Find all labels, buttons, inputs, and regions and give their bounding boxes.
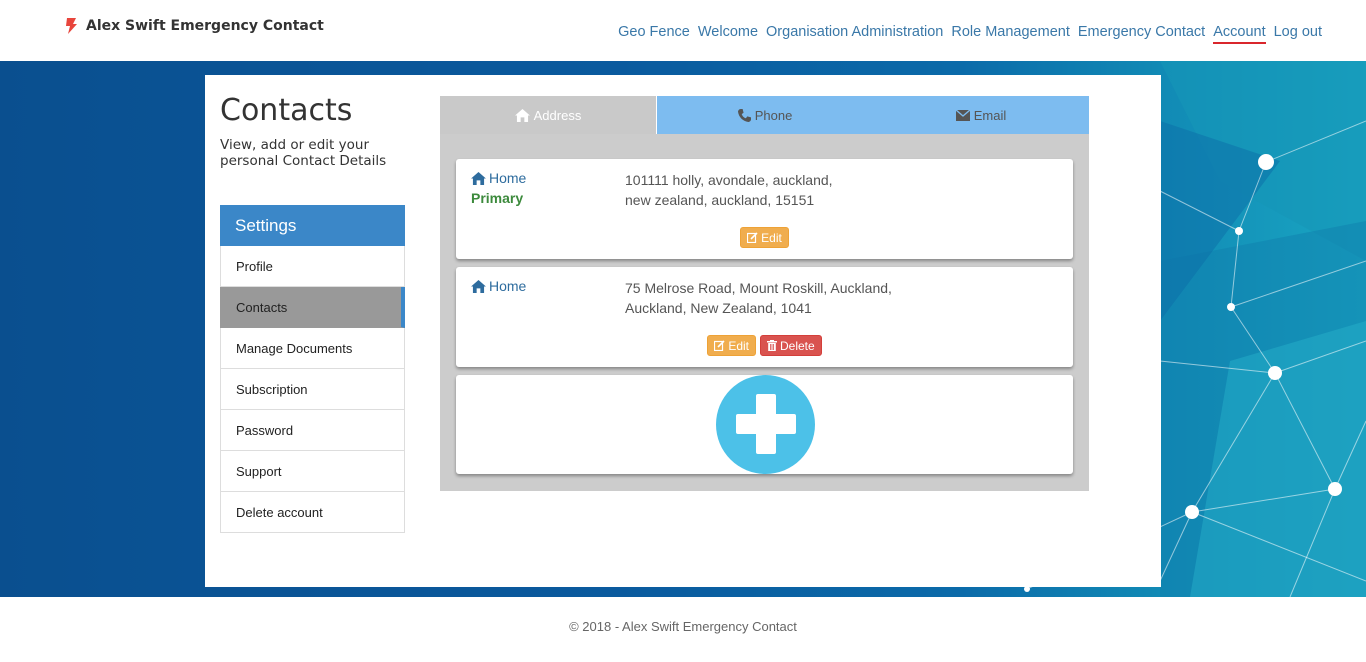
add-address-card [456,375,1073,474]
home-icon [514,108,530,122]
add-address-button[interactable] [716,375,815,474]
tab-phone-label: Phone [754,107,793,123]
footer-copyright: © 2018 - Alex Swift Emergency Contact [569,619,797,634]
plus-icon-stroke [756,394,776,454]
address-card: Home Primary 101111 holly, avondale, auc… [456,159,1073,259]
tab-address-label: Address [533,107,582,123]
edit-button[interactable]: Edit [740,227,789,248]
home-icon [471,171,486,185]
address-text: 75 Melrose Road, Mount Roskill, Auckland… [625,278,892,318]
edit-icon [747,232,758,243]
address-type-label: Home [489,278,527,294]
edit-button-label: Edit [728,338,749,353]
primary-badge: Primary [471,190,524,206]
delete-button-label: Delete [780,338,815,353]
nav-welcome[interactable]: Welcome [698,24,758,44]
address-type: Home [471,170,526,186]
address-type-label: Home [489,170,527,186]
address-card: Home 75 Melrose Road, Mount Roskill, Auc… [456,267,1073,367]
page-subtitle: View, add or edit your personal Contact … [220,137,387,169]
nav-log-out[interactable]: Log out [1274,24,1322,44]
footer: © 2018 - Alex Swift Emergency Contact [0,597,1366,662]
nav-role-management[interactable]: Role Management [951,24,1070,44]
address-line-1: 101111 holly, avondale, auckland, [625,172,833,188]
settings-item-support[interactable]: Support [220,451,405,492]
main-panel: Contacts View, add or edit your personal… [205,75,1161,587]
brand-name: Alex Swift Emergency Contact [86,18,324,34]
delete-button[interactable]: Delete [760,335,822,356]
address-line-1: 75 Melrose Road, Mount Roskill, Auckland… [625,280,892,296]
settings-item-contacts[interactable]: Contacts [220,287,405,328]
trash-icon [767,340,777,351]
settings-item-profile[interactable]: Profile [220,246,405,287]
top-navbar: Alex Swift Emergency Contact Geo Fence W… [0,0,1366,61]
main-nav: Geo Fence Welcome Organisation Administr… [610,24,1322,44]
settings-heading: Settings [220,205,405,246]
nav-account[interactable]: Account [1213,24,1266,44]
envelope-icon [955,109,970,121]
brand-logo-icon [66,18,77,34]
tab-address[interactable]: Address [440,96,657,134]
settings-item-password[interactable]: Password [220,410,405,451]
nav-organisation-administration[interactable]: Organisation Administration [766,24,943,44]
edit-button[interactable]: Edit [707,335,756,356]
settings-menu: Settings Profile Contacts Manage Documen… [220,205,405,533]
settings-item-subscription[interactable]: Subscription [220,369,405,410]
tab-email[interactable]: Email [873,96,1089,134]
nav-geo-fence[interactable]: Geo Fence [618,24,690,44]
address-text: 101111 holly, avondale, auckland, new ze… [625,170,833,210]
edit-icon [714,340,725,351]
phone-icon [737,108,751,122]
address-line-2: Auckland, New Zealand, 1041 [625,300,812,316]
address-line-2: new zealand, auckland, 15151 [625,192,815,208]
address-tab-content: Home Primary 101111 holly, avondale, auc… [440,134,1089,491]
page-title: Contacts [220,93,353,128]
settings-item-delete-account[interactable]: Delete account [220,492,405,533]
home-icon [471,279,486,293]
card-actions: Edit Delete [456,335,1073,356]
tab-email-label: Email [973,107,1007,123]
card-actions: Edit [456,227,1073,248]
settings-item-manage-documents[interactable]: Manage Documents [220,328,405,369]
brand[interactable]: Alex Swift Emergency Contact [64,17,324,35]
tab-phone[interactable]: Phone [657,96,873,134]
nav-emergency-contact[interactable]: Emergency Contact [1078,24,1205,44]
contact-tabs: Address Phone Email [440,96,1089,134]
address-type: Home [471,278,526,294]
edit-button-label: Edit [761,230,782,245]
